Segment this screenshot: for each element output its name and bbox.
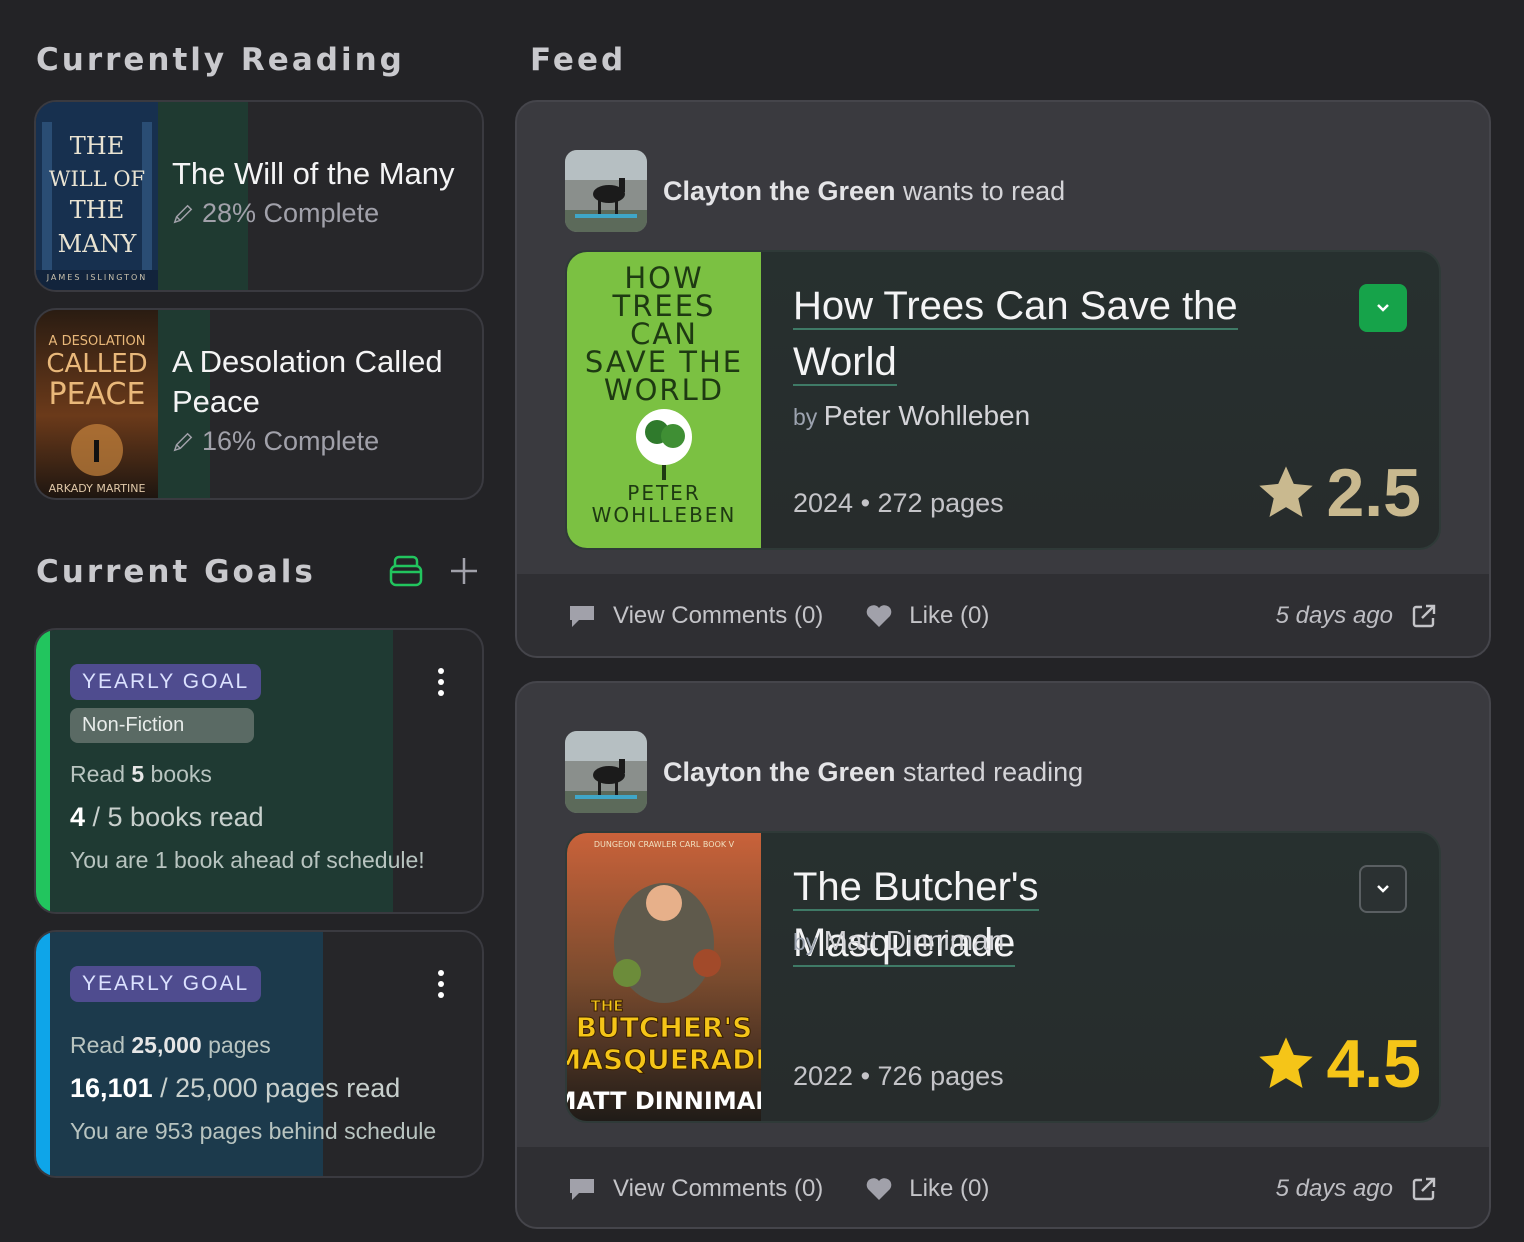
book-cover: HOW TREES CAN SAVE THE WORLD PETER WOHLL… — [567, 252, 761, 548]
currently-reading-card[interactable]: THE WILL OF THE MANY JAMES ISLINGTON The… — [34, 100, 484, 292]
book-card[interactable]: HOW TREES CAN SAVE THE WORLD PETER WOHLL… — [565, 250, 1441, 550]
svg-text:MANY: MANY — [58, 230, 138, 258]
goal-actions — [388, 554, 480, 588]
shelf-dropdown-button[interactable] — [1359, 865, 1407, 913]
svg-text:WOHLLEBEN: WOHLLEBEN — [592, 503, 737, 527]
svg-text:DUNGEON CRAWLER CARL BOOK V: DUNGEON CRAWLER CARL BOOK V — [594, 840, 735, 849]
user-link[interactable]: Clayton the Green — [663, 757, 896, 787]
goal-count: 4 / 5 books read — [70, 802, 264, 832]
book-author: by Matt Dinniman — [793, 925, 1005, 956]
book-rating: 2.5 — [1254, 454, 1421, 532]
archive-icon[interactable] — [388, 554, 424, 588]
post-time: 5 days ago — [1276, 1175, 1437, 1203]
post-actions: View Comments (0) Like (0) 5 days ago — [517, 1147, 1489, 1227]
avatar[interactable] — [565, 150, 647, 232]
book-author: by Peter Wohlleben — [793, 400, 1031, 431]
post-time: 5 days ago — [1276, 602, 1437, 630]
goal-description: Read 5 books — [70, 761, 212, 787]
comment-icon — [570, 606, 594, 627]
heart-icon — [866, 1178, 892, 1200]
view-comments-button[interactable]: View Comments (0) — [567, 1175, 823, 1203]
like-button[interactable]: Like (0) — [865, 602, 989, 630]
add-goal-icon[interactable] — [448, 555, 480, 587]
svg-text:MATT DINNIMAN: MATT DINNIMAN — [567, 1087, 761, 1115]
star-icon — [1259, 1037, 1314, 1088]
book-title-link[interactable]: How Trees Can Save the World — [793, 278, 1253, 390]
book-title[interactable]: A Desolation Called Peace — [172, 342, 470, 422]
book-cover: DUNGEON CRAWLER CARL BOOK V THE BUTCHER'… — [567, 833, 775, 1121]
book-title[interactable]: The Will of the Many — [172, 154, 470, 194]
external-link-icon[interactable] — [1411, 1176, 1437, 1202]
svg-text:MASQUERADE: MASQUERADE — [567, 1043, 761, 1076]
shelf-dropdown-button[interactable] — [1359, 284, 1407, 332]
avatar[interactable] — [565, 731, 647, 813]
goal-type-badge: YEARLY GOAL — [70, 966, 262, 1002]
book-progress: 16% Complete — [172, 426, 470, 457]
feed-heading: Feed — [530, 42, 627, 78]
goal-status: You are 953 pages behind schedule — [70, 1118, 437, 1144]
view-comments-button[interactable]: View Comments (0) — [567, 602, 823, 630]
book-cover: A DESOLATION CALLED PEACE ARKADY MARTINE — [36, 310, 158, 498]
pencil-icon — [173, 204, 193, 223]
goal-type-badge: YEARLY GOAL — [70, 664, 262, 700]
svg-text:PEACE: PEACE — [49, 377, 146, 412]
user-link[interactable]: Clayton the Green — [663, 176, 896, 206]
svg-text:PETER: PETER — [627, 481, 700, 505]
svg-text:A DESOLATION: A DESOLATION — [49, 334, 146, 349]
svg-text:JAMES ISLINGTON: JAMES ISLINGTON — [46, 273, 148, 282]
feed-post: Clayton the Green wants to read HOW TREE… — [515, 100, 1491, 658]
svg-text:CALLED: CALLED — [46, 349, 147, 379]
book-card[interactable]: DUNGEON CRAWLER CARL BOOK V THE BUTCHER'… — [565, 831, 1441, 1123]
chevron-down-icon — [1377, 885, 1389, 893]
currently-reading-heading: Currently Reading — [36, 42, 405, 78]
feed-post: Clayton the Green started reading DUNGEO… — [515, 681, 1491, 1229]
star-icon — [1259, 466, 1314, 517]
like-button[interactable]: Like (0) — [865, 1175, 989, 1203]
svg-text:ARKADY MARTINE: ARKADY MARTINE — [49, 482, 146, 495]
goal-description: Read 25,000 pages — [70, 1032, 271, 1058]
progress-text: 28% Complete — [202, 198, 380, 228]
heart-icon — [866, 605, 892, 627]
svg-text:WILL OF: WILL OF — [49, 167, 145, 191]
post-header: Clayton the Green started reading — [663, 756, 1084, 787]
external-link-icon[interactable] — [1411, 603, 1437, 629]
progress-text: 16% Complete — [202, 426, 380, 456]
currently-reading-card[interactable]: A DESOLATION CALLED PEACE ARKADY MARTINE… — [34, 308, 484, 500]
chevron-down-icon — [1377, 304, 1389, 312]
svg-text:THE: THE — [70, 132, 124, 160]
pencil-icon — [173, 432, 193, 451]
book-meta: 2022 • 726 pages — [793, 1061, 1004, 1091]
post-header: Clayton the Green wants to read — [663, 175, 1066, 206]
book-progress: 28% Complete — [172, 198, 470, 229]
goal-card[interactable]: YEARLY GOAL Read 25,000 pages 16,101 / 2… — [34, 930, 484, 1178]
goal-accent-stripe — [36, 630, 50, 912]
goal-card[interactable]: YEARLY GOAL Non-Fiction Read 5 books 4 /… — [34, 628, 484, 914]
book-cover: THE WILL OF THE MANY JAMES ISLINGTON — [36, 102, 158, 290]
author-link[interactable]: Matt Dinniman — [824, 925, 1005, 956]
post-actions: View Comments (0) Like (0) 5 days ago — [517, 574, 1489, 656]
current-goals-heading: Current Goals — [36, 554, 316, 590]
goal-status: You are 1 book ahead of schedule! — [70, 847, 425, 873]
comment-icon — [570, 1179, 594, 1200]
goal-category-tag: Non-Fiction — [70, 708, 254, 743]
svg-text:BUTCHER'S: BUTCHER'S — [576, 1011, 753, 1044]
svg-text:THE: THE — [70, 196, 124, 224]
author-link[interactable]: Peter Wohlleben — [824, 400, 1031, 431]
goal-accent-stripe — [36, 932, 50, 1176]
goal-count: 16,101 / 25,000 pages read — [70, 1073, 401, 1103]
book-rating: 4.5 — [1254, 1025, 1421, 1103]
svg-text:WORLD: WORLD — [604, 373, 724, 407]
book-meta: 2024 • 272 pages — [793, 488, 1004, 518]
